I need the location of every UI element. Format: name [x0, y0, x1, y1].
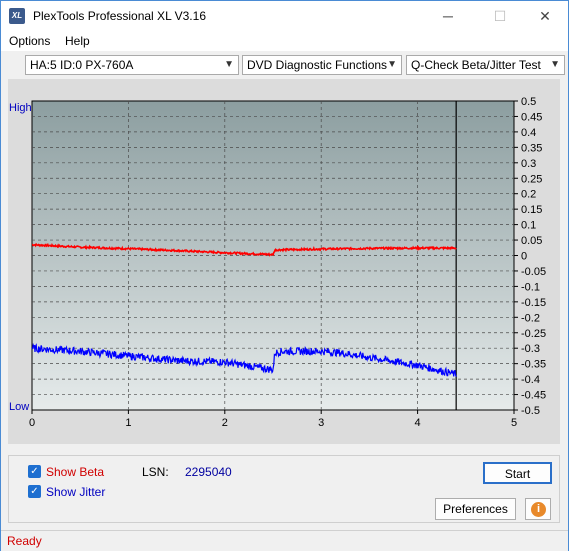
- window-title: PlexTools Professional XL V3.16: [33, 9, 206, 23]
- x-tick-label: 4: [415, 417, 421, 429]
- chevron-down-icon: ▼: [387, 59, 397, 70]
- show-jitter-checkbox[interactable]: ✓: [28, 485, 41, 498]
- y-tick-label: -0.35: [521, 359, 546, 371]
- x-tick-label: 3: [318, 417, 324, 429]
- info-button[interactable]: i: [525, 498, 551, 520]
- function-select[interactable]: DVD Diagnostic Functions ▼: [242, 55, 402, 75]
- y-tick-label: 0.45: [521, 111, 542, 123]
- y-tick-label: 0: [521, 251, 527, 263]
- show-beta-checkbox[interactable]: ✓: [28, 465, 41, 478]
- function-select-value: DVD Diagnostic Functions: [247, 58, 388, 72]
- y-tick-label: -0.3: [521, 343, 540, 355]
- y-tick-label: 0.4: [521, 127, 536, 139]
- app-window: XL PlexTools Professional XL V3.16 ─ ☐ ✕…: [0, 0, 569, 551]
- minimize-button[interactable]: ─: [425, 1, 471, 31]
- y-tick-label: 0.25: [521, 173, 542, 185]
- options-group: ✓ Show Beta ✓ Show Jitter LSN: 2295040 S…: [8, 455, 560, 523]
- y-tick-label: -0.4: [521, 374, 540, 386]
- y-tick-label: 0.5: [521, 96, 536, 108]
- y-tick-label: -0.15: [521, 297, 546, 309]
- y-tick-label: 0.15: [521, 204, 542, 216]
- info-icon: i: [531, 502, 546, 517]
- maximize-button[interactable]: ☐: [477, 1, 523, 31]
- status-bar: Ready: [1, 530, 568, 551]
- show-beta-label[interactable]: Show Beta: [46, 465, 104, 479]
- menu-bar: Options Help: [1, 31, 568, 51]
- y-tick-label: -0.2: [521, 312, 540, 324]
- start-button[interactable]: Start: [483, 462, 552, 484]
- test-select[interactable]: Q-Check Beta/Jitter Test ▼: [406, 55, 565, 75]
- x-tick-label: 0: [29, 417, 35, 429]
- lsn-label: LSN:: [142, 465, 169, 479]
- menu-help[interactable]: Help: [65, 34, 90, 48]
- y-tick-label: -0.05: [521, 266, 546, 278]
- y-tick-label: 0.35: [521, 142, 542, 154]
- y-tick-label: 0.05: [521, 235, 542, 247]
- lsn-value: 2295040: [185, 465, 232, 479]
- title-bar[interactable]: XL PlexTools Professional XL V3.16 ─ ☐ ✕: [1, 1, 568, 31]
- beta-jitter-chart: 0.5 0.45 0.4 0.35 0.3 0.25 0.2 0.15 0.1 0.05 0 -0.0…: [29, 96, 546, 429]
- menu-options[interactable]: Options: [9, 34, 50, 48]
- y-tick-label: 0.2: [521, 189, 536, 201]
- test-select-value: Q-Check Beta/Jitter Test: [411, 58, 541, 72]
- preferences-button[interactable]: Preferences: [435, 498, 516, 520]
- chevron-down-icon: ▼: [550, 59, 560, 70]
- x-tick-label: 1: [125, 417, 131, 429]
- y-tick-label: 0.1: [521, 220, 536, 232]
- x-tick-label: 5: [511, 417, 517, 429]
- app-logo-icon: XL: [9, 8, 25, 24]
- drive-select[interactable]: HA:5 ID:0 PX-760A ▼: [25, 55, 239, 75]
- y-tick-label: -0.25: [521, 328, 546, 340]
- y-tick-label: 0.3: [521, 158, 536, 170]
- x-tick-label: 2: [222, 417, 228, 429]
- status-text: Ready: [7, 534, 42, 548]
- chart-panel: High Low 0.5 0.45 0.4 0.35 0.3 0.25 0.2 0.15 0.1…: [8, 79, 560, 444]
- drive-select-value: HA:5 ID:0 PX-760A: [30, 58, 134, 72]
- chevron-down-icon: ▼: [224, 59, 234, 70]
- y-tick-label: -0.45: [521, 390, 546, 402]
- y-tick-label: -0.5: [521, 405, 540, 417]
- y-tick-label: -0.1: [521, 281, 540, 293]
- show-jitter-label[interactable]: Show Jitter: [46, 485, 105, 499]
- close-button[interactable]: ✕: [522, 1, 568, 31]
